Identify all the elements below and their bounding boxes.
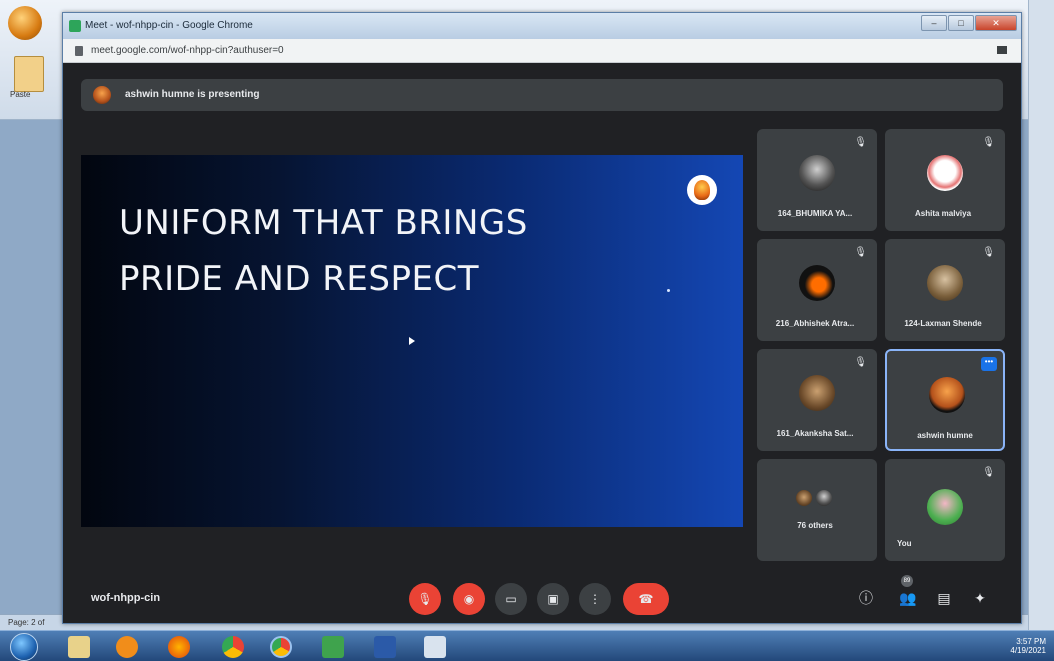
self-tile[interactable]: 🎙 You (885, 459, 1005, 561)
window-controls: – □ ✕ (921, 15, 1017, 31)
word-icon[interactable] (374, 636, 396, 658)
mic-off-icon: 🎙 (854, 137, 867, 148)
slide-dot (667, 289, 670, 292)
meet-control-bar: wof-nhpp-cin 🎙 ◉ ▭ ▣ ⋮ ☎ ⓘ 89 👥 ▤ ✦ (63, 575, 1021, 623)
participant-name: 161_Akanksha Sat... (776, 429, 854, 438)
system-tray[interactable]: 3:57 PM 4/19/2021 (1010, 637, 1046, 655)
more-options-icon[interactable]: ••• (981, 357, 997, 371)
maximize-button[interactable]: □ (948, 15, 974, 31)
paste-label: Paste (10, 90, 31, 99)
avatar (799, 265, 835, 301)
avatar (795, 489, 813, 507)
camera-toggle-button[interactable]: ◉ (453, 583, 485, 615)
activities-icon[interactable]: ✦ (969, 587, 991, 609)
more-options-button[interactable]: ⋮ (579, 583, 611, 615)
chat-icon[interactable]: ▤ (933, 587, 955, 609)
participant-count-badge: 89 (901, 575, 913, 587)
close-button[interactable]: ✕ (975, 15, 1017, 31)
present-button[interactable]: ▣ (537, 583, 569, 615)
avatar (799, 155, 835, 191)
window-title: Meet - wof-nhpp-cin - Google Chrome (85, 20, 253, 31)
mic-off-icon: 🎙 (854, 247, 867, 258)
avatar (927, 265, 963, 301)
address-bar[interactable]: meet.google.com/wof-nhpp-cin?authuser=0 (63, 39, 1021, 63)
start-button[interactable] (10, 633, 38, 661)
meeting-code: wof-nhpp-cin (91, 592, 161, 604)
participant-tile-active[interactable]: ••• ashwin humne (885, 349, 1005, 451)
presenter-avatar (93, 86, 111, 104)
mic-off-icon: 🎙 (854, 357, 867, 368)
captions-button[interactable]: ▭ (495, 583, 527, 615)
people-icon[interactable]: 👥 (897, 587, 919, 609)
avatar (799, 375, 835, 411)
avatar (927, 155, 963, 191)
avatar (815, 489, 833, 507)
meet-favicon-icon (69, 20, 81, 32)
end-call-button[interactable]: ☎ (623, 583, 669, 615)
right-scroll-strip (1028, 0, 1054, 630)
presenting-text: ashwin humne is presenting (125, 89, 260, 100)
title-bar: Meet - wof-nhpp-cin - Google Chrome – □ … (63, 13, 1021, 39)
chrome-window: Meet - wof-nhpp-cin - Google Chrome – □ … (62, 12, 1022, 624)
firefox-icon[interactable] (168, 636, 190, 658)
paste-icon[interactable] (14, 56, 44, 92)
participant-name: 216_Abhishek Atra... (775, 319, 855, 328)
chrome-active-icon[interactable] (270, 636, 292, 658)
mic-off-icon: 🎙 (982, 137, 995, 148)
participant-tile[interactable]: 🎙 Ashita malviya (885, 129, 1005, 231)
cursor-icon (409, 337, 415, 345)
participant-name: You (897, 539, 912, 548)
media-player-icon[interactable] (116, 636, 138, 658)
others-tile[interactable]: 76 others (757, 459, 877, 561)
slide-title-line-2: PRIDE AND RESPECT (119, 259, 479, 299)
document-icon[interactable] (424, 636, 446, 658)
slide-title-line-1: UNIFORM THAT BRINGS (119, 203, 528, 243)
participant-name: ashwin humne (917, 431, 973, 440)
mic-off-icon: 🎙 (982, 247, 995, 258)
participant-name: Ashita malviya (914, 209, 972, 218)
participant-name: 124-Laxman Shende (904, 319, 982, 328)
minimize-button[interactable]: – (921, 15, 947, 31)
avatar (927, 489, 963, 525)
participant-tile[interactable]: 🎙 124-Laxman Shende (885, 239, 1005, 341)
slide-logo-icon (687, 175, 717, 205)
url-text[interactable]: meet.google.com/wof-nhpp-cin?authuser=0 (91, 45, 284, 56)
slide-title: UNIFORM THAT BRINGS PRIDE AND RESPECT (119, 195, 528, 307)
lock-icon (75, 46, 83, 56)
camera-in-use-icon[interactable] (997, 46, 1007, 54)
avatar (929, 377, 965, 413)
mic-off-icon: 🎙 (982, 467, 995, 478)
participant-tile[interactable]: 🎙 164_BHUMIKA YA... (757, 129, 877, 231)
participant-name: 164_BHUMIKA YA... (777, 209, 853, 218)
clock-date: 4/19/2021 (1010, 646, 1046, 655)
chrome-icon[interactable] (222, 636, 244, 658)
file-explorer-icon[interactable] (68, 636, 90, 658)
mic-toggle-button[interactable]: 🎙 (409, 583, 441, 615)
presenting-banner: ashwin humne is presenting (81, 79, 1003, 111)
office-button[interactable] (8, 6, 42, 40)
presentation-slide: UNIFORM THAT BRINGS PRIDE AND RESPECT (81, 155, 743, 527)
clock-time: 3:57 PM (1016, 637, 1046, 646)
others-count: 76 others (797, 521, 833, 530)
excel-icon[interactable] (322, 636, 344, 658)
others-avatars (795, 489, 833, 507)
meet-content: ashwin humne is presenting UNIFORM THAT … (63, 63, 1021, 623)
participant-tile[interactable]: 🎙 216_Abhishek Atra... (757, 239, 877, 341)
participant-tile[interactable]: 🎙 161_Akanksha Sat... (757, 349, 877, 451)
info-icon[interactable]: ⓘ (855, 587, 877, 609)
windows-taskbar: 3:57 PM 4/19/2021 (0, 630, 1054, 661)
